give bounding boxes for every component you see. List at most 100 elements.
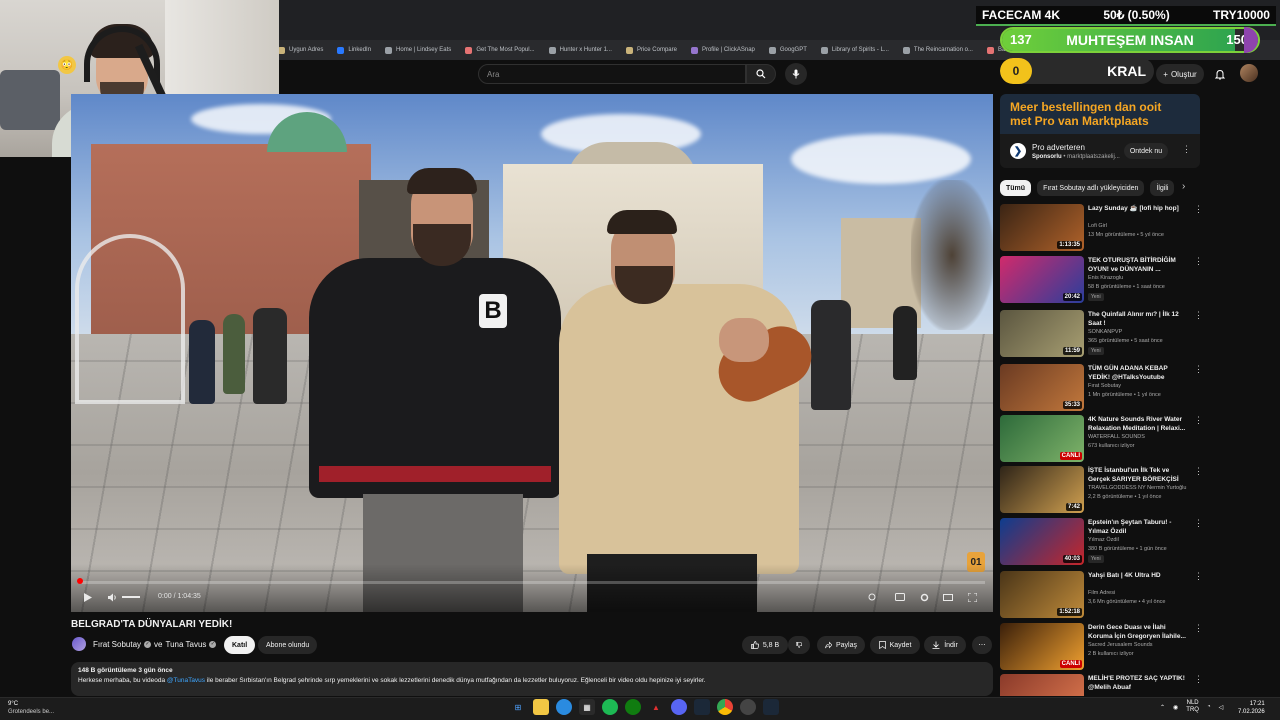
video-thumbnail[interactable]: 35:33 bbox=[1000, 364, 1084, 411]
bookmark-item[interactable]: GoogGPT bbox=[768, 46, 807, 54]
video-thumbnail[interactable]: 20:42 bbox=[1000, 256, 1084, 303]
video-progress-bar[interactable] bbox=[79, 581, 985, 584]
like-button[interactable]: 5,8 B bbox=[742, 636, 788, 654]
video-thumbnail[interactable] bbox=[1000, 674, 1084, 696]
steam-icon[interactable] bbox=[694, 699, 710, 715]
play-button[interactable] bbox=[81, 589, 95, 605]
store-icon[interactable]: ▦ bbox=[579, 699, 595, 715]
share-button[interactable]: Paylaş bbox=[817, 636, 865, 654]
recommendation-item[interactable]: 7:42 İŞTE İstanbul'un İlk Tek ve Gerçek … bbox=[1000, 466, 1203, 516]
obs-icon[interactable] bbox=[740, 699, 756, 715]
video-thumbnail[interactable]: 7:42 bbox=[1000, 466, 1084, 513]
video-thumbnail[interactable]: CANLI bbox=[1000, 415, 1084, 462]
chevron-right-icon[interactable]: › bbox=[1182, 181, 1185, 192]
discord-icon[interactable] bbox=[671, 699, 687, 715]
more-icon[interactable]: ⋮ bbox=[1194, 364, 1203, 375]
bookmark-item[interactable]: Home | Lindsey Eats bbox=[385, 46, 451, 54]
host-left-hair bbox=[407, 168, 477, 194]
chrome-icon[interactable] bbox=[717, 699, 733, 715]
download-icon bbox=[932, 641, 940, 649]
progress-scrubber[interactable] bbox=[77, 578, 83, 584]
recommendation-item[interactable]: 40:03 Epstein'ın Şeytan Taburu! - Yılmaz… bbox=[1000, 518, 1203, 568]
notifications-button[interactable] bbox=[1212, 66, 1228, 82]
chip-from-uploader[interactable]: Fırat Sobutay adlı yükleyiciden bbox=[1037, 180, 1145, 196]
video-thumbnail[interactable]: 1:52:18 bbox=[1000, 571, 1084, 618]
ad-banner[interactable]: Meer bestellingen dan ooit met Pro van M… bbox=[1000, 94, 1200, 134]
voice-search-button[interactable] bbox=[785, 63, 807, 85]
ad-more-icon[interactable]: ⋮ bbox=[1182, 144, 1191, 155]
recommendation-item[interactable]: 11:59 The Quinfall Alınır mı? | İlk 12 S… bbox=[1000, 310, 1203, 360]
bookmark-item[interactable]: Profile | ClickASnap bbox=[690, 46, 755, 54]
bookmark-item[interactable]: LinkedIn bbox=[337, 46, 371, 54]
emoji-icon: 😳 bbox=[58, 56, 76, 74]
chevron-up-icon[interactable]: ⌃ bbox=[1160, 704, 1165, 711]
xbox-icon[interactable] bbox=[625, 699, 641, 715]
start-icon[interactable]: ⊞ bbox=[510, 699, 526, 715]
bookmark-item[interactable]: Hunter x Hunter 1... bbox=[548, 46, 612, 54]
recommendation-item[interactable]: 35:33 TÜM GÜN ADANA KEBAP YEDİK! @HTalks… bbox=[1000, 364, 1203, 414]
spotify-icon[interactable] bbox=[602, 699, 618, 715]
channel-avatar[interactable] bbox=[72, 637, 86, 651]
dislike-button[interactable] bbox=[788, 636, 810, 654]
bookmark-item[interactable]: The Reincarnation o... bbox=[902, 46, 973, 54]
channel-name-2[interactable]: Tuna Tavus bbox=[165, 640, 206, 649]
save-button[interactable]: Kaydet bbox=[870, 636, 920, 654]
more-icon[interactable]: ⋮ bbox=[1194, 623, 1203, 634]
weather-widget[interactable]: 9°C Grotendeels be... bbox=[8, 700, 54, 716]
subtitles-button[interactable] bbox=[893, 589, 907, 605]
network-icon[interactable]: ◉ bbox=[1173, 704, 1178, 711]
video-thumbnail[interactable]: CANLI bbox=[1000, 623, 1084, 670]
chip-related[interactable]: İlgili bbox=[1150, 180, 1175, 196]
more-icon[interactable]: ⋮ bbox=[1194, 310, 1203, 321]
recommendation-item[interactable]: MELİH'E PROTEZ SAÇ YAPTIK! @Melih Abuaf … bbox=[1000, 674, 1200, 696]
bookmark-item[interactable]: Library of Spirits - L... bbox=[820, 46, 889, 54]
recommendation-item[interactable]: 1:13:35 Lazy Sunday ☕ [lofi hip hop] Lof… bbox=[1000, 204, 1203, 254]
volume-slider[interactable] bbox=[121, 589, 141, 605]
recommendation-item[interactable]: 20:42 TEK OTURUŞTA BİTİRDİĞİM OYUN! ve D… bbox=[1000, 256, 1203, 306]
bookmark-item[interactable]: Price Compare bbox=[625, 46, 677, 54]
volume-icon[interactable]: ◁ bbox=[1219, 704, 1224, 711]
download-button[interactable]: İndir bbox=[924, 636, 966, 654]
autoplay-toggle[interactable] bbox=[865, 589, 879, 605]
fullscreen-icon bbox=[967, 592, 977, 602]
fullscreen-button[interactable] bbox=[965, 589, 979, 605]
more-icon[interactable]: ⋮ bbox=[1194, 256, 1203, 267]
theater-mode-button[interactable] bbox=[941, 589, 955, 605]
join-button[interactable]: Katıl bbox=[224, 636, 256, 654]
more-icon[interactable]: ⋮ bbox=[1194, 518, 1203, 529]
video-thumbnail[interactable]: 11:59 bbox=[1000, 310, 1084, 357]
language-indicator[interactable]: NLD TRQ bbox=[1186, 700, 1199, 714]
wifi-icon[interactable]: ◔ bbox=[1207, 704, 1211, 710]
ad-cta-button[interactable]: Ontdek nu bbox=[1124, 143, 1168, 159]
video-thumbnail[interactable]: 1:13:35 bbox=[1000, 204, 1084, 251]
more-actions-button[interactable]: ⋯ bbox=[972, 636, 992, 654]
file-explorer-icon[interactable] bbox=[533, 699, 549, 715]
more-icon[interactable]: ⋮ bbox=[1194, 466, 1203, 477]
bookmark-item[interactable]: Get The Most Popul... bbox=[465, 46, 535, 54]
steam-icon[interactable] bbox=[763, 699, 779, 715]
more-icon[interactable]: ⋮ bbox=[1194, 415, 1203, 426]
edge-icon[interactable] bbox=[556, 699, 572, 715]
video-player[interactable]: B 01 0:00 / 1:04:35 bbox=[71, 94, 993, 612]
more-icon[interactable]: ⋮ bbox=[1194, 204, 1203, 215]
system-clock[interactable]: 17:21 7.02.2026 bbox=[1238, 700, 1265, 716]
bookmark-item[interactable]: Uygun Adres bbox=[278, 46, 323, 54]
video-thumbnail[interactable]: 40:03 bbox=[1000, 518, 1084, 565]
channel-name-1[interactable]: Fırat Sobutay bbox=[93, 640, 141, 649]
mention-link[interactable]: @TunaTavus bbox=[167, 677, 205, 684]
chip-all[interactable]: Tümü bbox=[1000, 180, 1032, 196]
more-icon[interactable]: ⋮ bbox=[1194, 674, 1200, 685]
recommendation-item[interactable]: 1:52:18 Yahşi Batı | 4K Ultra HD Film Ad… bbox=[1000, 571, 1203, 621]
more-icon[interactable]: ⋮ bbox=[1194, 571, 1203, 582]
recommendation-item[interactable]: CANLI Derin Gece Duası ve İlahi Koruma İ… bbox=[1000, 623, 1203, 673]
settings-button[interactable] bbox=[917, 589, 931, 605]
recommendation-item[interactable]: CANLI 4K Nature Sounds River Water Relax… bbox=[1000, 415, 1203, 465]
app-icon[interactable]: ▲ bbox=[648, 699, 664, 715]
subscribed-button[interactable]: Abone olundu bbox=[258, 636, 318, 654]
account-avatar[interactable] bbox=[1240, 64, 1258, 82]
description-box[interactable]: 148 B görüntüleme 3 gün önce Herkese mer… bbox=[71, 662, 993, 696]
search-input[interactable]: Ara bbox=[478, 64, 746, 84]
volume-button[interactable] bbox=[105, 589, 119, 605]
create-button[interactable]: + Oluştur bbox=[1156, 64, 1204, 84]
search-button[interactable] bbox=[746, 64, 776, 84]
